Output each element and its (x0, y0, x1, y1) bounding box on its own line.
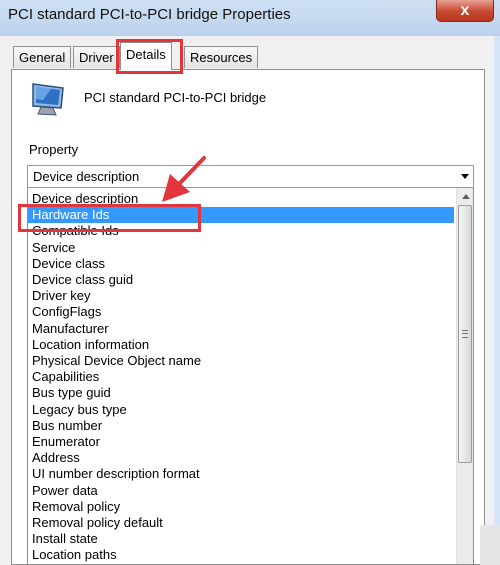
annotation-arrow-icon (162, 156, 206, 202)
